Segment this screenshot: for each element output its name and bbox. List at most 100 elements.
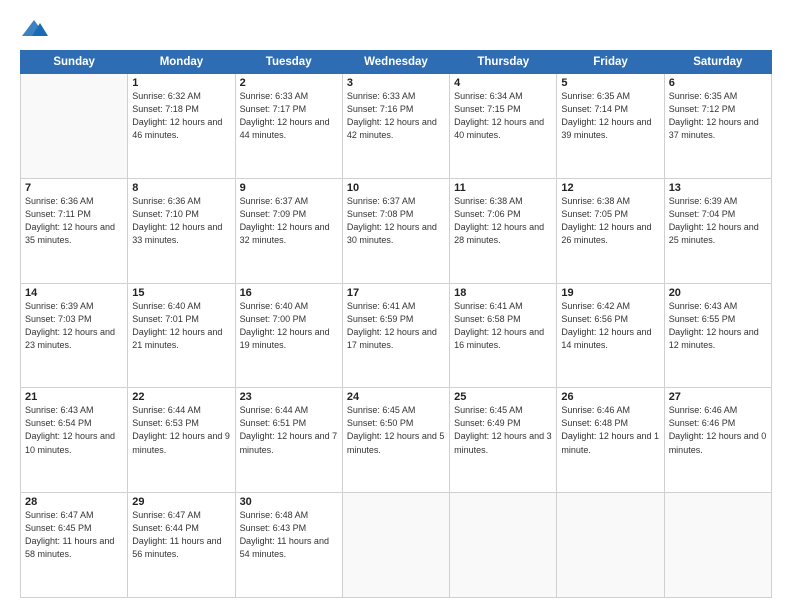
sunset-label: Sunset: 6:43 PM [240, 523, 307, 533]
day-number: 22 [132, 391, 230, 403]
sunset-label: Sunset: 6:59 PM [347, 314, 414, 324]
sunrise-label: Sunrise: 6:42 AM [561, 301, 630, 311]
sunset-label: Sunset: 6:46 PM [669, 418, 736, 428]
day-info: Sunrise: 6:36 AM Sunset: 7:10 PM Dayligh… [132, 195, 230, 247]
weekday-header: Sunday [21, 51, 128, 74]
sunrise-label: Sunrise: 6:36 AM [132, 196, 201, 206]
day-info: Sunrise: 6:43 AM Sunset: 6:54 PM Dayligh… [25, 404, 123, 456]
calendar-cell: 19 Sunrise: 6:42 AM Sunset: 6:56 PM Dayl… [557, 283, 664, 388]
calendar-cell: 7 Sunrise: 6:36 AM Sunset: 7:11 PM Dayli… [21, 178, 128, 283]
sunset-label: Sunset: 7:06 PM [454, 209, 521, 219]
sunrise-label: Sunrise: 6:40 AM [240, 301, 309, 311]
day-info: Sunrise: 6:39 AM Sunset: 7:04 PM Dayligh… [669, 195, 767, 247]
sunrise-label: Sunrise: 6:45 AM [347, 405, 416, 415]
sunset-label: Sunset: 6:58 PM [454, 314, 521, 324]
calendar-cell: 5 Sunrise: 6:35 AM Sunset: 7:14 PM Dayli… [557, 74, 664, 179]
sunset-label: Sunset: 7:05 PM [561, 209, 628, 219]
calendar-cell: 24 Sunrise: 6:45 AM Sunset: 6:50 PM Dayl… [342, 388, 449, 493]
day-number: 23 [240, 391, 338, 403]
calendar-cell: 26 Sunrise: 6:46 AM Sunset: 6:48 PM Dayl… [557, 388, 664, 493]
daylight-label: Daylight: 12 hours and 0 minutes. [669, 431, 767, 454]
sunrise-label: Sunrise: 6:46 AM [669, 405, 738, 415]
calendar-week-row: 28 Sunrise: 6:47 AM Sunset: 6:45 PM Dayl… [21, 493, 772, 598]
sunrise-label: Sunrise: 6:37 AM [347, 196, 416, 206]
day-number: 8 [132, 182, 230, 194]
daylight-label: Daylight: 12 hours and 10 minutes. [25, 431, 115, 454]
daylight-label: Daylight: 12 hours and 17 minutes. [347, 327, 437, 350]
weekday-header: Tuesday [235, 51, 342, 74]
day-info: Sunrise: 6:41 AM Sunset: 6:59 PM Dayligh… [347, 300, 445, 352]
daylight-label: Daylight: 12 hours and 19 minutes. [240, 327, 330, 350]
day-number: 25 [454, 391, 552, 403]
sunrise-label: Sunrise: 6:47 AM [132, 510, 201, 520]
daylight-label: Daylight: 12 hours and 28 minutes. [454, 222, 544, 245]
day-number: 30 [240, 496, 338, 508]
calendar-cell: 29 Sunrise: 6:47 AM Sunset: 6:44 PM Dayl… [128, 493, 235, 598]
day-number: 27 [669, 391, 767, 403]
day-info: Sunrise: 6:44 AM Sunset: 6:53 PM Dayligh… [132, 404, 230, 456]
daylight-label: Daylight: 12 hours and 32 minutes. [240, 222, 330, 245]
sunrise-label: Sunrise: 6:40 AM [132, 301, 201, 311]
day-number: 12 [561, 182, 659, 194]
day-number: 29 [132, 496, 230, 508]
calendar-cell: 9 Sunrise: 6:37 AM Sunset: 7:09 PM Dayli… [235, 178, 342, 283]
day-info: Sunrise: 6:47 AM Sunset: 6:44 PM Dayligh… [132, 509, 230, 561]
day-number: 14 [25, 287, 123, 299]
calendar-cell: 6 Sunrise: 6:35 AM Sunset: 7:12 PM Dayli… [664, 74, 771, 179]
day-info: Sunrise: 6:46 AM Sunset: 6:48 PM Dayligh… [561, 404, 659, 456]
daylight-label: Daylight: 12 hours and 16 minutes. [454, 327, 544, 350]
sunset-label: Sunset: 6:45 PM [25, 523, 92, 533]
day-number: 16 [240, 287, 338, 299]
sunrise-label: Sunrise: 6:39 AM [669, 196, 738, 206]
sunset-label: Sunset: 7:16 PM [347, 104, 414, 114]
day-info: Sunrise: 6:40 AM Sunset: 7:01 PM Dayligh… [132, 300, 230, 352]
sunset-label: Sunset: 6:50 PM [347, 418, 414, 428]
day-number: 15 [132, 287, 230, 299]
sunset-label: Sunset: 7:10 PM [132, 209, 199, 219]
day-info: Sunrise: 6:32 AM Sunset: 7:18 PM Dayligh… [132, 90, 230, 142]
calendar-cell: 23 Sunrise: 6:44 AM Sunset: 6:51 PM Dayl… [235, 388, 342, 493]
daylight-label: Daylight: 11 hours and 58 minutes. [25, 536, 114, 559]
calendar-cell: 25 Sunrise: 6:45 AM Sunset: 6:49 PM Dayl… [450, 388, 557, 493]
day-number: 28 [25, 496, 123, 508]
logo [20, 18, 52, 40]
sunrise-label: Sunrise: 6:35 AM [669, 91, 738, 101]
day-number: 26 [561, 391, 659, 403]
calendar-cell: 4 Sunrise: 6:34 AM Sunset: 7:15 PM Dayli… [450, 74, 557, 179]
sunset-label: Sunset: 7:18 PM [132, 104, 199, 114]
daylight-label: Daylight: 12 hours and 12 minutes. [669, 327, 759, 350]
daylight-label: Daylight: 12 hours and 21 minutes. [132, 327, 222, 350]
day-number: 6 [669, 77, 767, 89]
sunset-label: Sunset: 7:17 PM [240, 104, 307, 114]
day-info: Sunrise: 6:45 AM Sunset: 6:49 PM Dayligh… [454, 404, 552, 456]
calendar-week-row: 7 Sunrise: 6:36 AM Sunset: 7:11 PM Dayli… [21, 178, 772, 283]
calendar-cell: 2 Sunrise: 6:33 AM Sunset: 7:17 PM Dayli… [235, 74, 342, 179]
calendar-cell: 1 Sunrise: 6:32 AM Sunset: 7:18 PM Dayli… [128, 74, 235, 179]
daylight-label: Daylight: 12 hours and 23 minutes. [25, 327, 115, 350]
sunrise-label: Sunrise: 6:43 AM [25, 405, 94, 415]
day-info: Sunrise: 6:42 AM Sunset: 6:56 PM Dayligh… [561, 300, 659, 352]
sunrise-label: Sunrise: 6:43 AM [669, 301, 738, 311]
sunset-label: Sunset: 7:14 PM [561, 104, 628, 114]
sunset-label: Sunset: 6:56 PM [561, 314, 628, 324]
sunset-label: Sunset: 6:48 PM [561, 418, 628, 428]
day-number: 10 [347, 182, 445, 194]
daylight-label: Daylight: 12 hours and 1 minute. [561, 431, 659, 454]
day-info: Sunrise: 6:33 AM Sunset: 7:17 PM Dayligh… [240, 90, 338, 142]
sunset-label: Sunset: 7:15 PM [454, 104, 521, 114]
calendar-cell: 14 Sunrise: 6:39 AM Sunset: 7:03 PM Dayl… [21, 283, 128, 388]
day-number: 1 [132, 77, 230, 89]
day-number: 18 [454, 287, 552, 299]
calendar-cell: 18 Sunrise: 6:41 AM Sunset: 6:58 PM Dayl… [450, 283, 557, 388]
calendar-cell: 21 Sunrise: 6:43 AM Sunset: 6:54 PM Dayl… [21, 388, 128, 493]
calendar-cell: 22 Sunrise: 6:44 AM Sunset: 6:53 PM Dayl… [128, 388, 235, 493]
sunrise-label: Sunrise: 6:32 AM [132, 91, 201, 101]
day-info: Sunrise: 6:38 AM Sunset: 7:06 PM Dayligh… [454, 195, 552, 247]
day-info: Sunrise: 6:46 AM Sunset: 6:46 PM Dayligh… [669, 404, 767, 456]
sunrise-label: Sunrise: 6:37 AM [240, 196, 309, 206]
calendar-cell: 30 Sunrise: 6:48 AM Sunset: 6:43 PM Dayl… [235, 493, 342, 598]
calendar-cell: 16 Sunrise: 6:40 AM Sunset: 7:00 PM Dayl… [235, 283, 342, 388]
weekday-header: Monday [128, 51, 235, 74]
sunrise-label: Sunrise: 6:33 AM [347, 91, 416, 101]
day-info: Sunrise: 6:33 AM Sunset: 7:16 PM Dayligh… [347, 90, 445, 142]
